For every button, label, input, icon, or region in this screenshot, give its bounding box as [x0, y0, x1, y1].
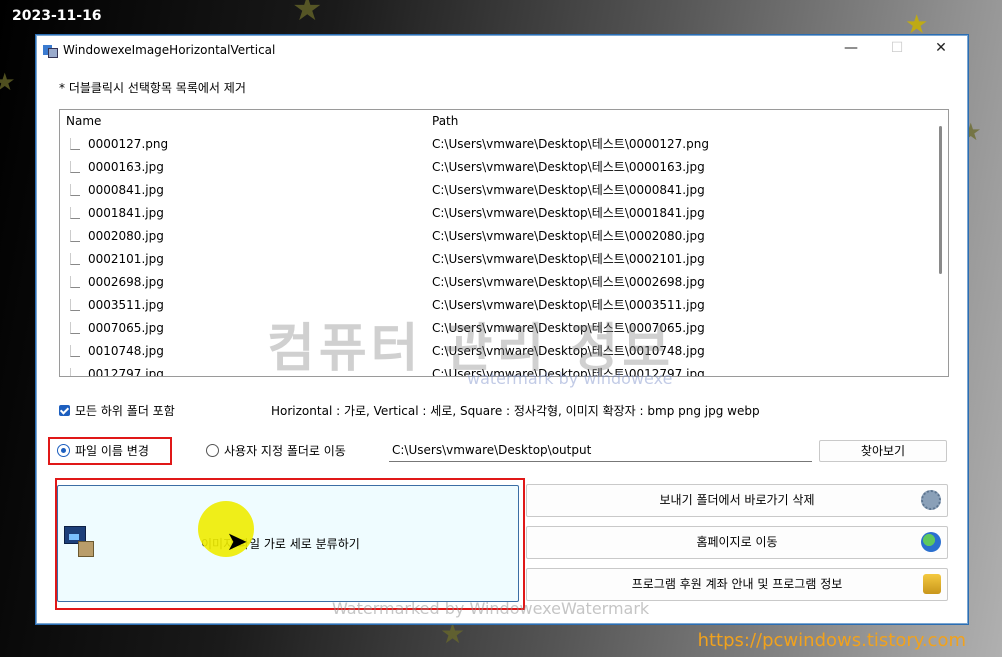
file-path: C:\Users\vmware\Desktop\테스트\0002698.jpg [432, 275, 705, 289]
format-info: Horizontal : 가로, Vertical : 세로, Square :… [271, 404, 760, 418]
date-overlay: 2023-11-16 [12, 8, 102, 24]
file-path: C:\Users\vmware\Desktop\테스트\0000163.jpg [432, 160, 705, 174]
file-icon [70, 137, 80, 150]
file-icon [70, 229, 80, 242]
file-icon [70, 321, 80, 334]
star-decoration: ★ [440, 617, 466, 650]
column-name[interactable]: Name [66, 114, 101, 128]
list-item[interactable]: 0002698.jpg C:\Users\vmware\Desktop\테스트\0… [60, 270, 930, 293]
file-path: C:\Users\vmware\Desktop\테스트\0001841.jpg [432, 206, 705, 220]
list-scrollbar[interactable] [939, 126, 942, 274]
file-name: 0002080.jpg [88, 228, 164, 243]
file-path: C:\Users\vmware\Desktop\테스트\0002080.jpg [432, 229, 705, 243]
browse-button[interactable]: 찾아보기 [819, 440, 947, 462]
file-name: 0010748.jpg [88, 343, 164, 358]
list-item[interactable]: 0001841.jpg C:\Users\vmware\Desktop\테스트\0… [60, 201, 930, 224]
file-name: 0003511.jpg [88, 297, 164, 312]
column-path[interactable]: Path [432, 114, 458, 128]
file-name: 0002101.jpg [88, 251, 164, 266]
donate-label: 프로그램 후원 계좌 안내 및 프로그램 정보 [631, 577, 843, 591]
mouse-pointer-icon: ➤ [226, 527, 248, 557]
list-item[interactable]: 0000841.jpg C:\Users\vmware\Desktop\테스트\0… [60, 178, 930, 201]
watermark-small: watermark by windowexe [467, 369, 673, 388]
file-icon [70, 344, 80, 357]
window-title: WindowexeImageHorizontalVertical [63, 42, 276, 57]
file-name: 0000127.png [88, 136, 169, 151]
globe-icon [921, 532, 941, 552]
file-icon [70, 160, 80, 173]
close-button[interactable]: ✕ [931, 40, 951, 56]
list-item[interactable]: 0000127.png C:\Users\vmware\Desktop\테스트\0… [60, 132, 930, 155]
list-item[interactable]: 0000163.jpg C:\Users\vmware\Desktop\테스트\0… [60, 155, 930, 178]
radio-rename-label: 파일 이름 변경 [75, 444, 149, 458]
star-decoration: ★ [292, 0, 323, 29]
list-item[interactable]: 0002101.jpg C:\Users\vmware\Desktop\테스트\0… [60, 247, 930, 270]
radio-unselected-icon[interactable] [206, 444, 219, 457]
image-picture-icon [64, 526, 94, 557]
minimize-button[interactable]: — [841, 40, 861, 56]
donate-button[interactable]: 프로그램 후원 계좌 안내 및 프로그램 정보 [526, 568, 948, 601]
file-icon [70, 183, 80, 196]
homepage-button[interactable]: 홈페이지로 이동 [526, 526, 948, 559]
include-subfolders-label: 모든 하위 폴더 포함 [75, 404, 175, 418]
list-header: Name Path [60, 110, 948, 132]
file-name: 0000163.jpg [88, 159, 164, 174]
watermark-bottom: Watermarked by WindowexeWatermark [332, 599, 650, 618]
radio-move-label: 사용자 지정 폴더로 이동 [224, 444, 346, 458]
site-url: https://pcwindows.tistory.com [697, 630, 966, 651]
file-name: 0000841.jpg [88, 182, 164, 197]
file-name: 0012797.jpg [88, 366, 164, 377]
classify-button[interactable]: 이미지 파일 가로 세로 분류하기 [57, 485, 519, 602]
file-name: 0001841.jpg [88, 205, 164, 220]
file-name: 0002698.jpg [88, 274, 164, 289]
file-icon [70, 367, 80, 376]
homepage-label: 홈페이지로 이동 [696, 535, 778, 549]
file-icon [70, 298, 80, 311]
radio-selected-icon[interactable] [57, 444, 70, 457]
file-path: C:\Users\vmware\Desktop\테스트\0000841.jpg [432, 183, 705, 197]
image-app-icon [43, 43, 58, 58]
coins-icon [923, 574, 941, 594]
checkbox-checked-icon[interactable] [59, 405, 70, 416]
output-path-field[interactable]: C:\Users\vmware\Desktop\output [389, 439, 812, 462]
maximize-button[interactable]: ☐ [887, 40, 907, 56]
delete-shortcut-button[interactable]: 보내기 폴더에서 바로가기 삭제 [526, 484, 948, 517]
radio-move[interactable]: 사용자 지정 폴더로 이동 [206, 442, 346, 459]
title-bar: WindowexeImageHorizontalVertical — ☐ ✕ [37, 36, 967, 63]
list-item[interactable]: 0002080.jpg C:\Users\vmware\Desktop\테스트\0… [60, 224, 930, 247]
file-path: C:\Users\vmware\Desktop\테스트\0000127.png [432, 137, 709, 151]
app-window: WindowexeImageHorizontalVertical — ☐ ✕ *… [36, 35, 968, 624]
file-icon [70, 206, 80, 219]
remove-hint: * 더블클릭시 선택항목 목록에서 제거 [59, 81, 246, 95]
star-decoration: ★ [0, 68, 16, 96]
file-path: C:\Users\vmware\Desktop\테스트\0002101.jpg [432, 252, 705, 266]
delete-shortcut-label: 보내기 폴더에서 바로가기 삭제 [659, 493, 815, 507]
file-icon [70, 275, 80, 288]
radio-rename[interactable]: 파일 이름 변경 [57, 442, 149, 459]
file-icon [70, 252, 80, 265]
include-subfolders-checkbox[interactable]: 모든 하위 폴더 포함 [59, 402, 175, 419]
gear-icon [921, 490, 941, 510]
file-name: 0007065.jpg [88, 320, 164, 335]
